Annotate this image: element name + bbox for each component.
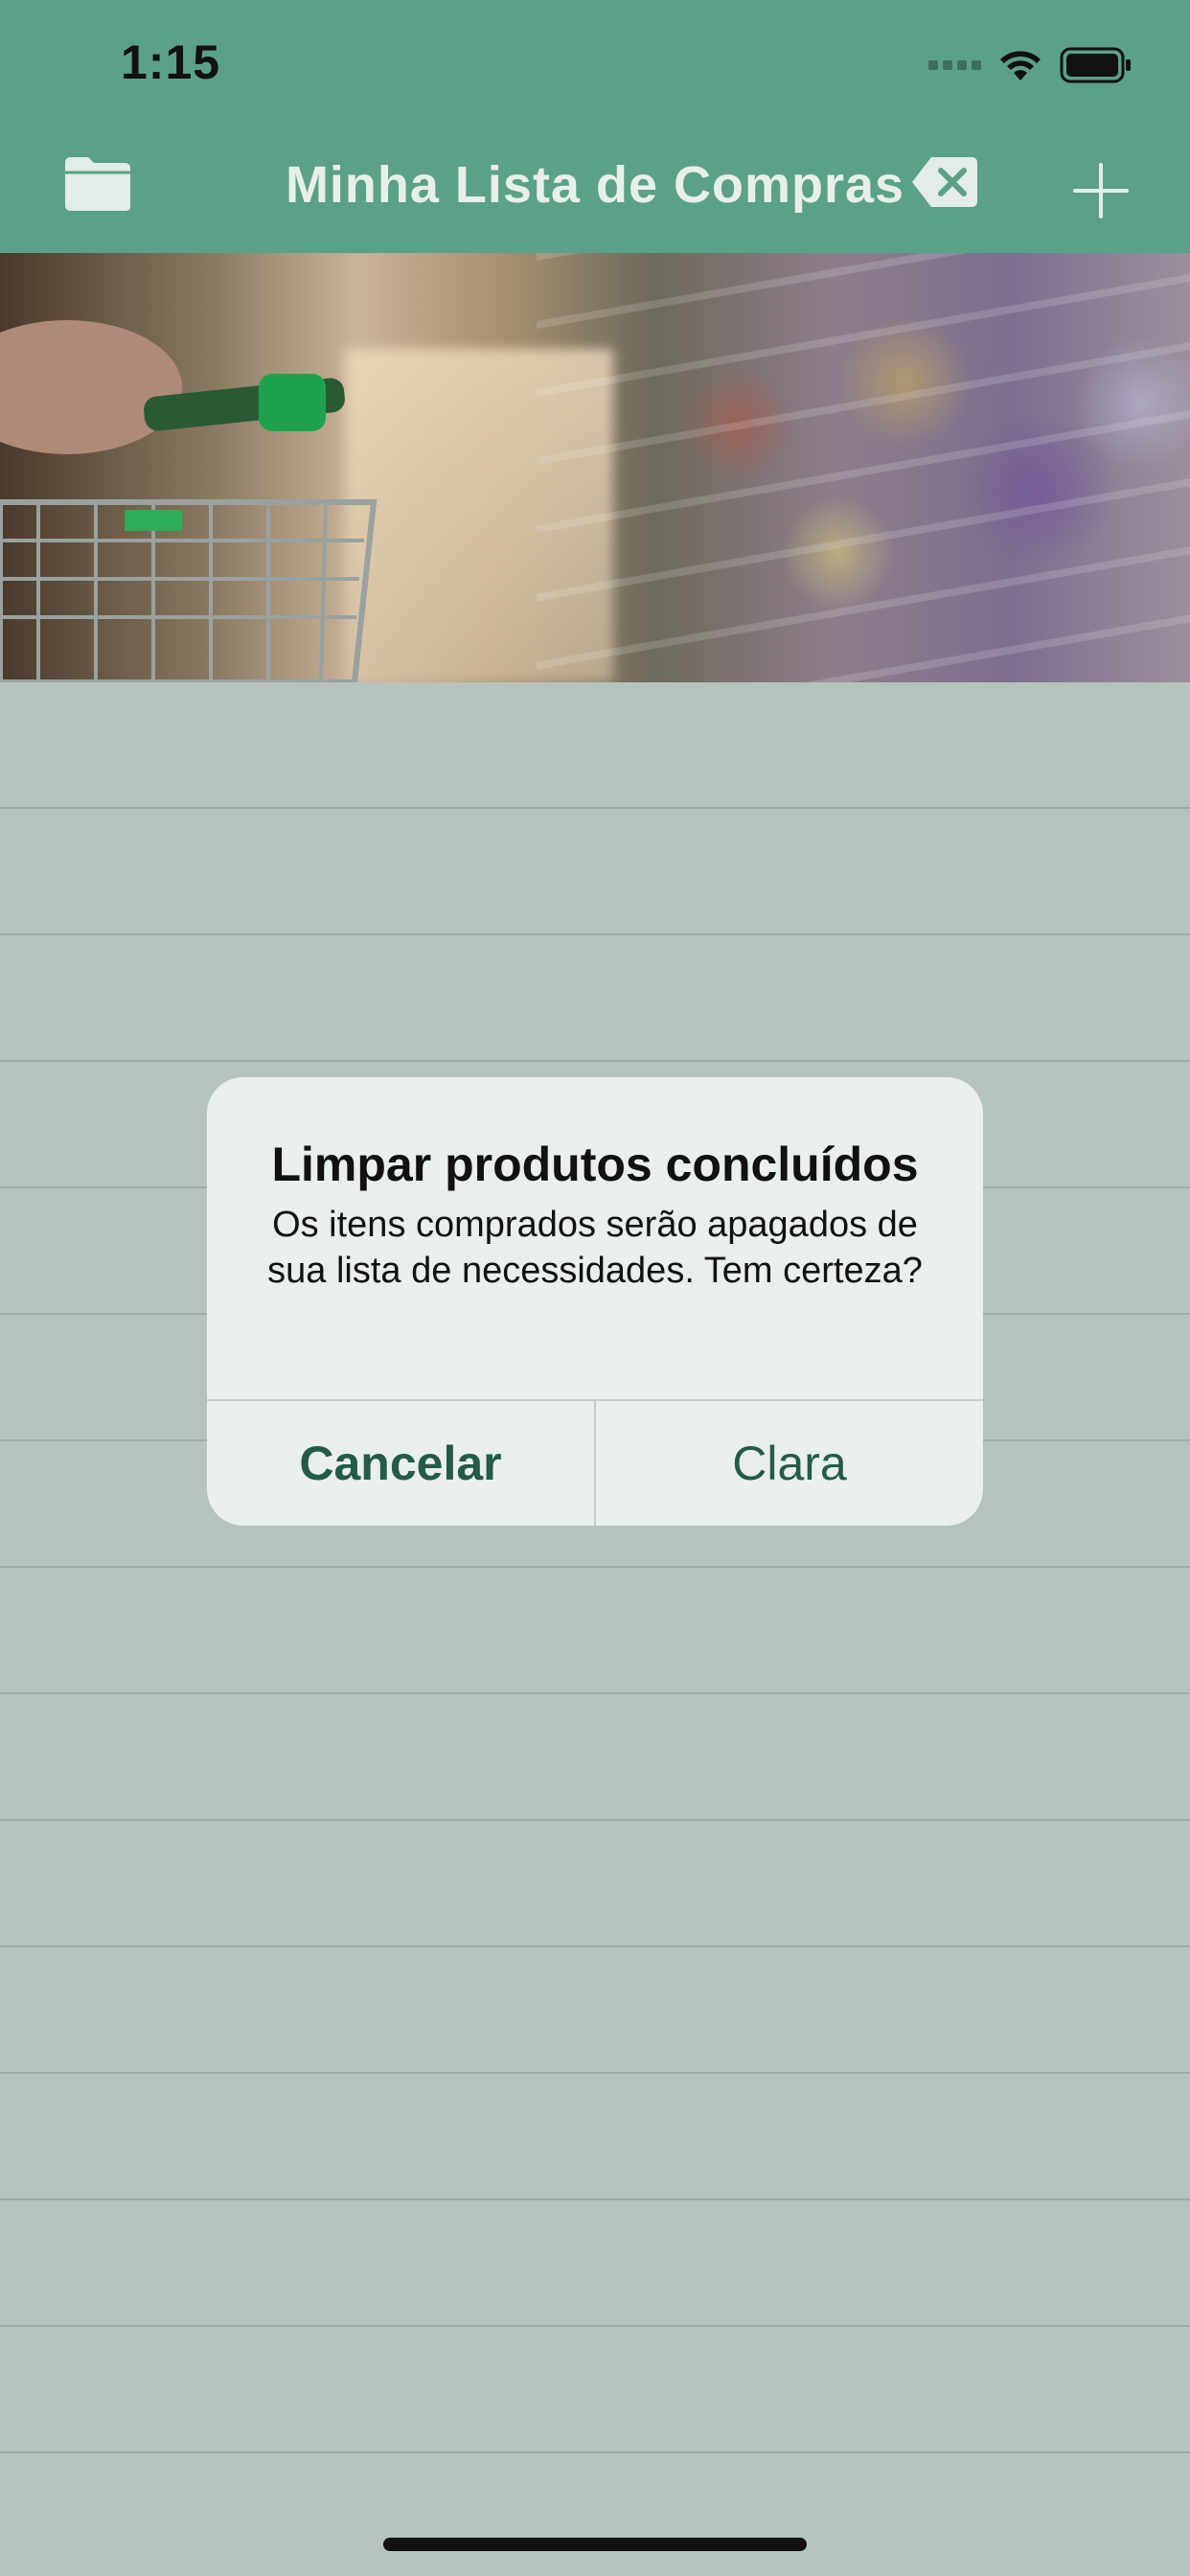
status-icons [928, 44, 1133, 86]
shopping-list [0, 682, 1190, 2576]
supermarket-banner-image [0, 253, 1190, 682]
battery-icon [1060, 47, 1131, 83]
delete-left-icon [912, 157, 977, 207]
wifi-icon [1000, 51, 1041, 80]
shopping-cart-illustration [0, 320, 378, 682]
app-header: 1:15 Minha Lista de Compras [0, 0, 1190, 253]
cellular-signal-icon [928, 60, 981, 70]
plus-icon [1073, 163, 1129, 218]
alert-title: Limpar produtos concluídos [271, 1138, 919, 1191]
status-time: 1:15 [121, 35, 221, 89]
alert-message: Os itens comprados serão apagados de sua… [267, 1205, 923, 1291]
page-title: Minha Lista de Compras [285, 156, 905, 214]
cancel-button[interactable]: Cancelar [207, 1401, 594, 1526]
home-indicator[interactable] [383, 2538, 807, 2551]
confirm-clear-button[interactable]: Clara [596, 1401, 983, 1526]
shelves-shape [537, 253, 1190, 682]
add-item-button[interactable] [1071, 161, 1131, 220]
clear-completed-button[interactable] [910, 153, 979, 211]
clear-completed-alert: Limpar produtos concluídos Os itens comp… [207, 1077, 983, 1526]
